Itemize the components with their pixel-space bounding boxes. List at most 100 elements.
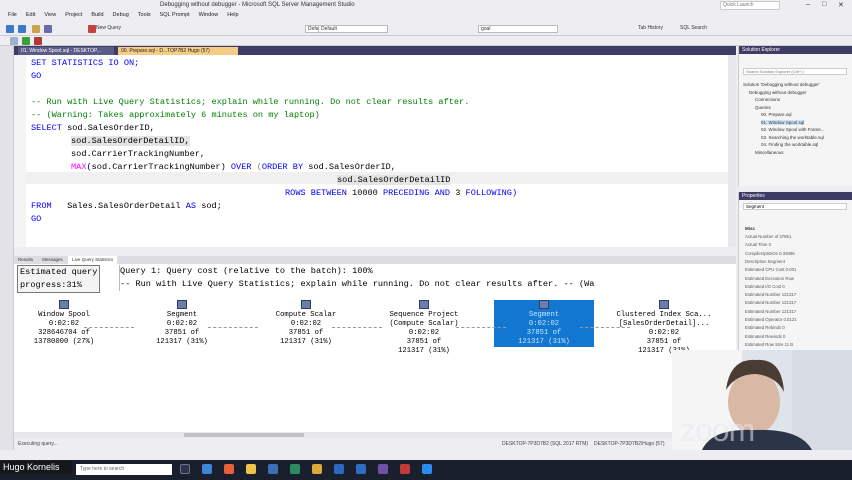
menu-file[interactable]: File (8, 12, 17, 18)
property-row[interactable]: Estimated CPU Cost 0.001 (745, 267, 796, 272)
properties-title: Properties (739, 192, 852, 200)
plan-operator-compute-scalar[interactable]: Compute Scalar 0:02:02 37851 of 121317 (31%… (256, 300, 356, 347)
operator-time: 0:02:02 (648, 329, 680, 337)
results-tabs: Results Messages Live Query Statistics (14, 256, 736, 264)
operator-icon (301, 300, 311, 309)
taskbar-search-input[interactable]: Type here to search (76, 464, 172, 475)
presenter-name: Hugo Kornelis (0, 461, 72, 474)
connect-icon[interactable] (10, 37, 18, 45)
maximize-button[interactable]: □ (822, 1, 826, 8)
property-row[interactable]: Description Segment (745, 259, 785, 264)
sql-search-button[interactable]: SQL Search (680, 25, 707, 31)
operator-name: Segment (528, 311, 560, 319)
ssms-icon[interactable] (312, 464, 322, 474)
new-query-button[interactable]: New Query (96, 25, 121, 31)
operator-rows: 37851 of (526, 329, 562, 337)
tab-prepare[interactable]: 00. Prepare.sql - D...TOP7B2 Hugo (57) (118, 47, 238, 55)
tab-history-button[interactable]: Tab History (638, 25, 663, 31)
property-row[interactable]: Estimated I/O Cost 0 (745, 284, 785, 289)
solution-search-input[interactable]: Search Solution Explorer (Ctrl+;) (743, 68, 847, 75)
menu-sql-prompt[interactable]: SQL Prompt (160, 12, 190, 18)
execute-icon[interactable] (22, 37, 30, 45)
operator-rows: 37851 of (646, 338, 682, 346)
code-select-line: SELECT sod.SalesOrderID, (31, 123, 155, 133)
property-row[interactable]: Estimated Number 121317 (745, 309, 796, 314)
tab-messages[interactable]: Messages (38, 256, 67, 264)
property-row[interactable]: Estimated Number 121317 (745, 292, 796, 297)
property-row[interactable]: Estimated Number 121317 (745, 300, 796, 305)
property-row[interactable]: Estimated Rebinds 0 (745, 325, 785, 330)
tab-results[interactable]: Results (14, 256, 37, 264)
operator-name: Sequence Project (389, 311, 459, 319)
tab-window-spool[interactable]: 01. Window Spool.sql - DESKTOP...(SQL Ex… (18, 47, 114, 62)
property-row[interactable]: Estimated Execution Row (745, 276, 794, 281)
store-icon[interactable] (268, 464, 278, 474)
quick-launch-input[interactable]: Quick Launch (720, 1, 780, 10)
powerpoint-icon[interactable] (400, 464, 410, 474)
minimize-button[interactable]: – (806, 1, 810, 8)
solution-explorer: Solution Explorer Search Solution Explor… (738, 46, 852, 186)
open-icon[interactable] (32, 25, 40, 33)
database-combo[interactable]: goal (478, 25, 558, 33)
operator-time: 0:02:02 (408, 329, 440, 337)
code-from-line: FROM Sales.SalesOrderDetail AS sod; (31, 201, 222, 211)
zoom-app-icon[interactable] (422, 464, 432, 474)
platform-combo[interactable]: Default (318, 25, 388, 33)
menu-build[interactable]: Build (91, 12, 103, 18)
explorer-icon[interactable] (246, 464, 256, 474)
solution-item[interactable]: Queries (755, 105, 771, 110)
properties-object-selector[interactable]: Segment (743, 203, 847, 210)
outlook-icon[interactable] (356, 464, 366, 474)
solution-item[interactable]: Connections (755, 97, 780, 102)
code-line-10: ROWS BETWEEN 10000 PRECEDING AND 3 FOLLO… (285, 188, 518, 198)
edge-icon[interactable] (202, 464, 212, 474)
close-button[interactable]: ✕ (838, 1, 844, 9)
firefox-icon[interactable] (224, 464, 234, 474)
property-row[interactable]: Estimated Row Size 11 B (745, 342, 793, 347)
menu-view[interactable]: View (44, 12, 56, 18)
solution-item[interactable]: 00. Prepare.sql (761, 112, 792, 117)
live-query-plan: Estimated query progress:31% Query 1: Qu… (14, 264, 736, 432)
menu-help[interactable]: Help (227, 12, 238, 18)
plan-operator-segment[interactable]: Segment 0:02:02 37851 of 121317 (31%) (494, 300, 594, 347)
solution-item[interactable]: 02. Window Spool with Frame... (761, 127, 825, 132)
property-row[interactable]: CompileOptimOn 0.33096 (745, 251, 795, 256)
forward-icon[interactable] (18, 25, 26, 33)
back-icon[interactable] (6, 25, 14, 33)
editor-scrollbar[interactable] (728, 55, 736, 247)
save-icon[interactable] (44, 25, 52, 33)
menu-tools[interactable]: Tools (138, 12, 151, 18)
plan-connector (456, 327, 506, 328)
plan-operator-window-spool[interactable]: Window Spool 0:02:02 328646704 of 13780000 … (14, 300, 114, 347)
solution-item[interactable]: Debugging without debugger (749, 90, 807, 95)
plan-operator-sequence-project[interactable]: Sequence Project (Compute Scalar) 0:02:02 3… (374, 300, 474, 356)
plan-operator-clustered-index-sca[interactable]: Clustered Index Sca... [SalesOrderDetail]… (614, 300, 714, 356)
property-row[interactable]: Estimated Rewinds 0 (745, 334, 785, 339)
teams-icon[interactable] (378, 464, 388, 474)
solution-item[interactable]: 04. Finding the worktable.sql (761, 142, 818, 147)
query-editor[interactable]: SET STATISTICS IO ON; GO -- Run with Liv… (14, 55, 736, 247)
menu-window[interactable]: Window (199, 12, 219, 18)
menu-debug[interactable]: Debug (113, 12, 129, 18)
solution-item[interactable]: 01. Window Spool.sql (761, 119, 805, 125)
task-view-icon[interactable] (180, 464, 190, 474)
menu-edit[interactable]: Edit (26, 12, 35, 18)
solution-item[interactable]: Miscellaneous (755, 150, 784, 155)
stop-icon[interactable] (34, 37, 42, 45)
excel-icon[interactable] (290, 464, 300, 474)
status-bar: Executing query... DESKTOP-7P3D7B2 (SQL … (14, 438, 736, 450)
menu-project[interactable]: Project (65, 12, 82, 18)
word-icon[interactable] (334, 464, 344, 474)
code-line-8: MAX(sod.CarrierTrackingNumber) OVER (ORD… (71, 162, 396, 172)
plan-connector (332, 327, 382, 328)
menu-bar: File Edit View Project Build Debug Tools SQL Pr… (0, 12, 852, 22)
property-row[interactable]: Estimated Operator 0.0121 (745, 317, 797, 322)
plan-operator-segment[interactable]: Segment 0:02:02 37851 of 121317 (31%) (132, 300, 232, 347)
operator-rows: 37851 of (164, 329, 200, 337)
property-row[interactable]: Actual Time 0 (745, 242, 771, 247)
property-row[interactable]: Actual Number of 37851 (745, 234, 791, 239)
tab-live-query-statistics[interactable]: Live Query Statistics (68, 256, 118, 264)
solution-item[interactable]: 03. Searching the worktable.sql (761, 135, 824, 140)
object-explorer-strip[interactable] (0, 46, 14, 450)
solution-item[interactable]: Solution 'Debugging without debugger' (743, 82, 820, 87)
